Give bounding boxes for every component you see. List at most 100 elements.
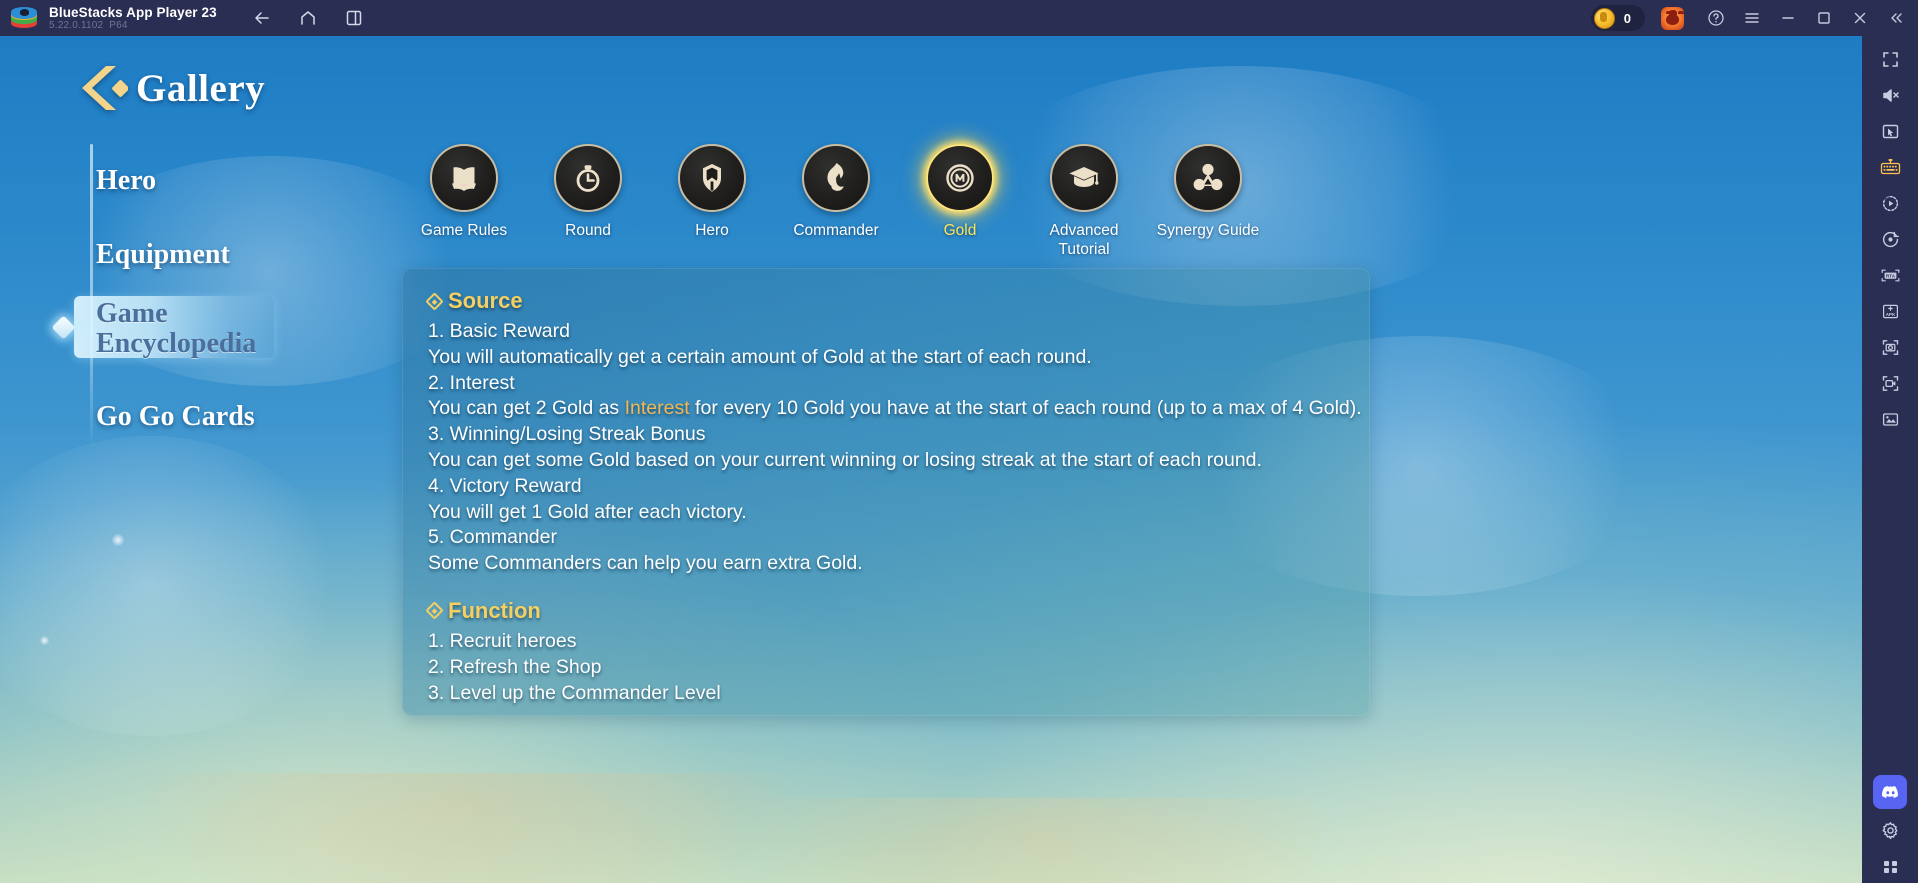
tab-icon-circle: [678, 144, 746, 212]
tab-synergy-guide[interactable]: Synergy Guide: [1146, 144, 1270, 259]
stopwatch-icon: [576, 165, 600, 192]
titlebar: BlueStacks App Player 23 5.22.0.1102 P64…: [0, 0, 1918, 36]
cloud-decoration: [0, 436, 340, 736]
right-toolbar: RTA APK: [1862, 36, 1918, 883]
help-icon[interactable]: [1700, 3, 1732, 33]
section-heading-source: Source: [425, 288, 1344, 314]
app-version: 5.22.0.1102 P64: [49, 19, 128, 31]
script-button[interactable]: [1870, 222, 1910, 256]
multi-instance-icon[interactable]: [337, 4, 371, 32]
tab-label: Advanced Tutorial: [1050, 221, 1119, 259]
screen-record-icon: [1882, 375, 1898, 391]
tab-label: Commander: [793, 222, 879, 239]
svg-text:APK: APK: [1885, 312, 1895, 317]
macro-play-icon: [1882, 195, 1898, 211]
book-decoration: [150, 773, 790, 883]
titlebar-nav-group: [245, 4, 371, 32]
tab-icon-circle: [1050, 144, 1118, 212]
collapse-icon[interactable]: [1880, 3, 1912, 33]
hamburger-menu-icon[interactable]: [1736, 3, 1768, 33]
sidebar-item-go-go-cards[interactable]: Go Go Cards: [96, 380, 396, 454]
keymapping-button[interactable]: [1870, 150, 1910, 184]
app-badge-icon[interactable]: [1661, 6, 1684, 30]
media-manager-button[interactable]: [1870, 402, 1910, 436]
app-title-block: BlueStacks App Player 23 5.22.0.1102 P64: [49, 5, 217, 32]
diamond-bullet-icon: [425, 601, 444, 621]
tab-label: Synergy Guide: [1156, 222, 1260, 239]
tab-advanced-tutorial[interactable]: Advanced Tutorial: [1022, 144, 1146, 259]
helmet-icon: [703, 164, 721, 192]
content-line: 4. Victory Reward: [428, 474, 582, 497]
install-apk-button[interactable]: APK: [1870, 294, 1910, 328]
page-header: Gallery: [70, 62, 265, 114]
sidebar-item-label: Game Encyclopedia: [96, 299, 256, 359]
content-line-pre: You can get 2 Gold as: [428, 397, 625, 420]
screen-record-button[interactable]: [1870, 366, 1910, 400]
page-title: Gallery: [136, 66, 266, 110]
tab-commander[interactable]: Commander: [774, 144, 898, 259]
keyboard-icon: [1880, 158, 1900, 174]
tab-icon-circle: [430, 144, 498, 212]
encyclopedia-tabs: Game Rules Round Hero Commander Gold Adv…: [402, 144, 1370, 259]
content-line: 2. Refresh the Shop: [428, 655, 602, 678]
sidebar-item-label-line2: Encyclopedia: [96, 328, 257, 359]
game-viewport: Gallery Hero Equipment Game Encyclopedia…: [0, 36, 1862, 883]
tab-game-rules[interactable]: Game Rules: [402, 144, 526, 259]
content-line: 1. Basic Reward: [428, 320, 570, 342]
sidebar-item-equipment[interactable]: Equipment: [96, 218, 396, 292]
mute-button[interactable]: [1870, 78, 1910, 112]
content-line: You will automatically get a certain amo…: [428, 345, 1092, 368]
tab-gold[interactable]: Gold: [898, 144, 1022, 259]
content-line: You can get some Gold based on your curr…: [428, 448, 1262, 471]
synergy-icon: [1193, 163, 1223, 191]
fullscreen-button[interactable]: [1870, 42, 1910, 76]
macro-recorder-button[interactable]: [1870, 186, 1910, 220]
content-line: 2. Interest: [428, 371, 515, 394]
tab-label: Hero: [695, 222, 729, 239]
back-arrow-icon[interactable]: [245, 4, 279, 32]
sidebar-item-label: Hero: [96, 165, 157, 196]
sidebar-selection-diamond-icon: [51, 315, 76, 340]
section-heading-text: Source: [448, 288, 523, 313]
tab-label: Gold: [943, 222, 977, 239]
sparkle-decoration: [38, 634, 51, 647]
fullscreen-icon: [1882, 51, 1898, 67]
content-line: 3. Winning/Losing Streak Bonus: [428, 423, 706, 446]
back-chevron-icon[interactable]: [70, 62, 128, 114]
content-line: You will get 1 Gold after each victory.: [428, 500, 747, 523]
tab-hero[interactable]: Hero: [650, 144, 774, 259]
mute-icon: [1882, 88, 1899, 102]
coin-icon: [1593, 7, 1615, 29]
content-line-post: for every 10 Gold you have at the start …: [689, 397, 1362, 420]
apk-install-icon: APK: [1882, 304, 1898, 318]
section-heading-function: Function: [425, 597, 1344, 624]
maximize-icon[interactable]: [1808, 3, 1840, 33]
discord-button[interactable]: [1873, 775, 1907, 809]
flame-icon: [827, 163, 844, 191]
section-heading-text: Function: [448, 597, 541, 623]
highlight-term: Interest: [624, 397, 690, 420]
sidebar-item-label: Go Go Cards: [96, 401, 255, 432]
coins-decoration: [760, 798, 1320, 883]
cursor-control-button[interactable]: [1870, 114, 1910, 148]
book-icon: [452, 167, 476, 191]
home-icon[interactable]: [291, 4, 325, 32]
content-line: 1. Recruit heroes: [428, 629, 577, 652]
tab-icon-circle: [926, 144, 994, 212]
bluestacks-logo-icon: [11, 7, 37, 29]
coin-balance[interactable]: 0: [1590, 5, 1645, 31]
more-button[interactable]: [1870, 849, 1910, 883]
close-icon[interactable]: [1844, 3, 1876, 33]
more-icon: [1883, 860, 1897, 873]
tab-icon-circle: [1174, 144, 1242, 212]
settings-button[interactable]: [1870, 813, 1910, 847]
screenshot-button[interactable]: [1870, 330, 1910, 364]
gold-coin-icon: [946, 164, 974, 192]
svg-text:RTA: RTA: [1885, 273, 1895, 278]
rta-icon: RTA: [1881, 269, 1899, 281]
real-time-translation-button[interactable]: RTA: [1870, 258, 1910, 292]
tab-round[interactable]: Round: [526, 144, 650, 259]
sidebar-item-game-encyclopedia[interactable]: Game Encyclopedia: [51, 292, 396, 366]
minimize-icon[interactable]: [1772, 3, 1804, 33]
sidebar-item-hero[interactable]: Hero: [96, 144, 396, 218]
